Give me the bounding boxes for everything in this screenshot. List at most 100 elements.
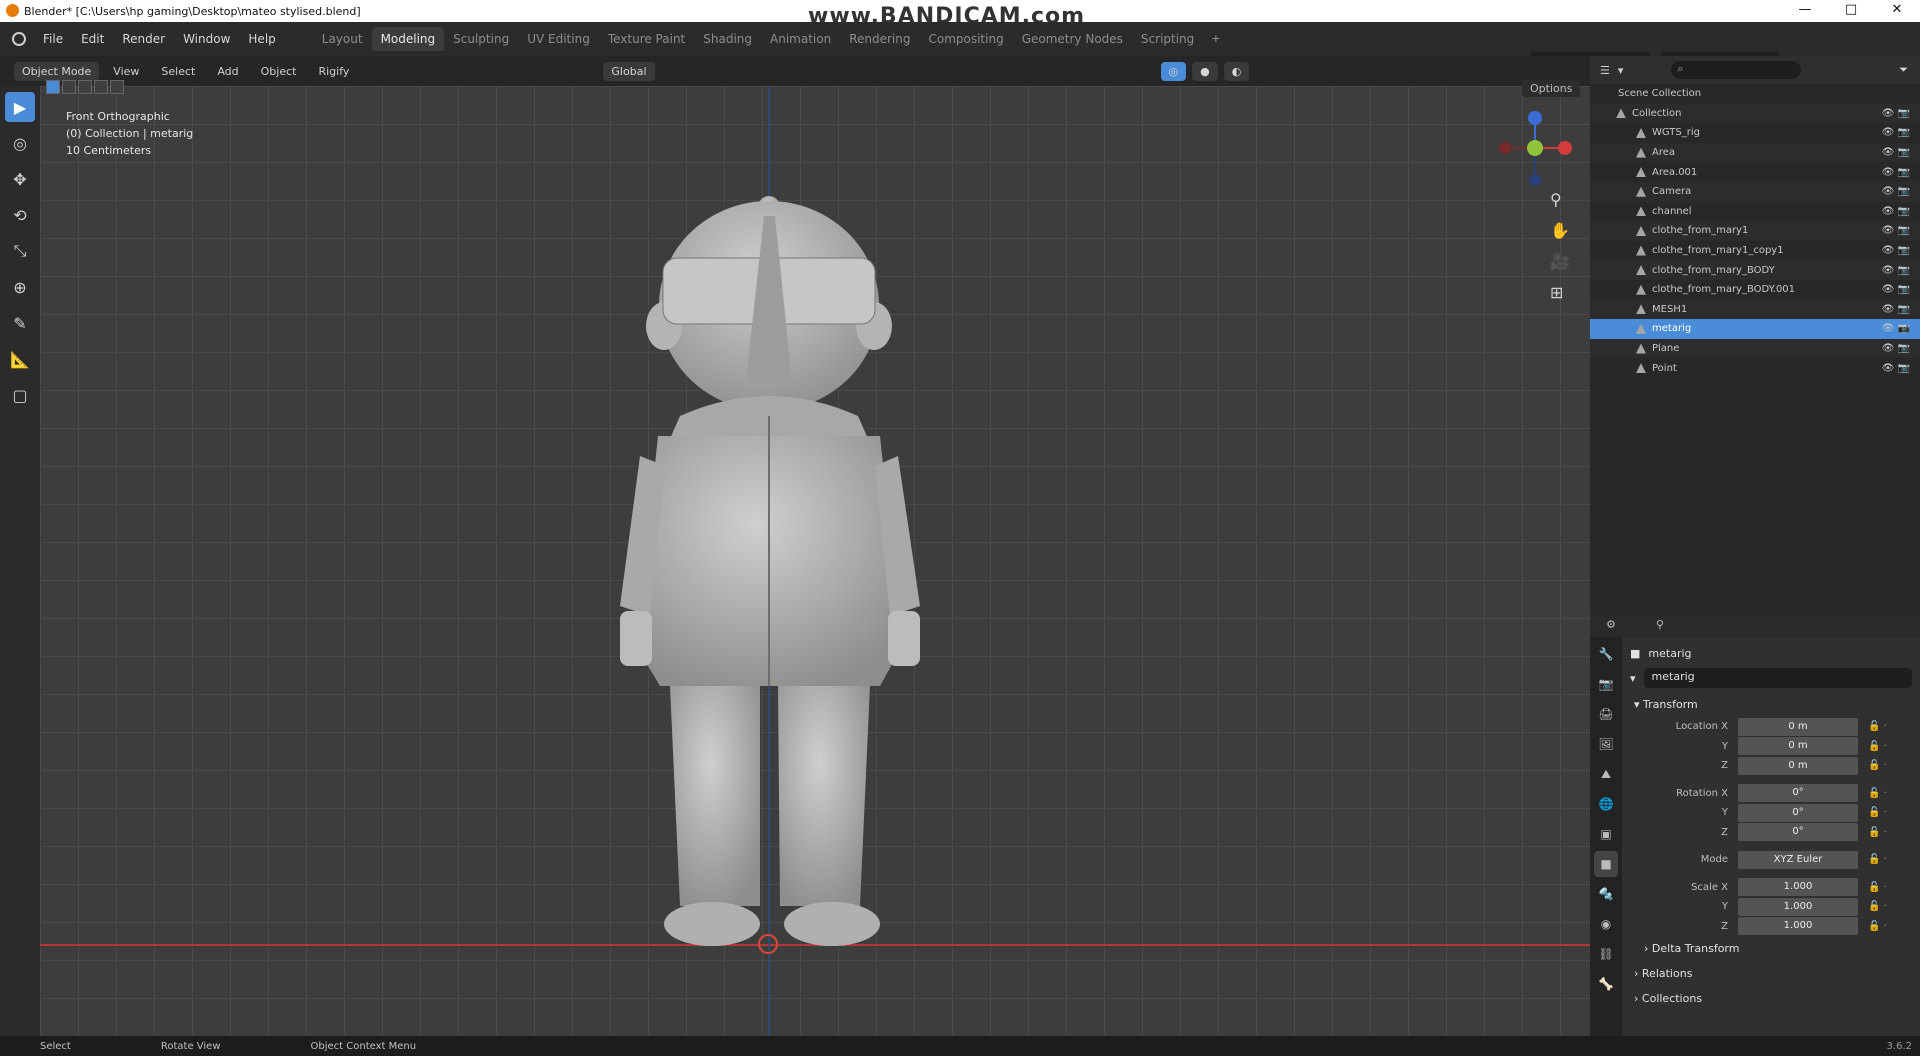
header-add[interactable]: Add [209,65,246,78]
header-view[interactable]: View [105,65,147,78]
view-layer-tab-icon[interactable]: 🖼 [1594,731,1618,757]
collections-section[interactable]: › Collections [1630,986,1912,1011]
object-tab-icon[interactable]: ■ [1594,851,1618,877]
transform-value-field[interactable]: 1.000 [1738,917,1858,936]
3d-viewport[interactable]: Front Orthographic (0) Collection | meta… [40,86,1590,1036]
visibility-toggle-icon[interactable]: 👁 📷 [1882,206,1910,217]
transform-value-field[interactable]: 0 m [1738,717,1858,736]
move-icon[interactable]: ✥ [5,164,35,194]
visibility-toggle-icon[interactable]: 👁 📷 [1882,108,1910,119]
outliner-item[interactable]: clothe_from_mary_BODY 👁 📷 [1590,260,1920,280]
shading-solid-icon[interactable]: ● [1192,61,1218,81]
outliner-search-input[interactable] [1671,61,1802,79]
add-cube-icon[interactable]: ▢ [5,380,35,410]
scene-tab-icon[interactable]: ⛰ [1594,761,1618,787]
workspace-tab-modeling[interactable]: Modeling [371,27,445,51]
lock-icon[interactable]: 🔓 · [1868,882,1887,893]
transform-section-header[interactable]: ▾ Transform [1630,692,1912,717]
lock-icon[interactable]: 🔓 · [1868,827,1887,838]
properties-search-icon[interactable]: ⚲ [1656,618,1664,631]
character-model[interactable] [40,86,1590,1036]
outliner-editor-icon[interactable]: ☰ [1600,64,1610,77]
maximize-button[interactable]: □ [1828,0,1874,22]
visibility-toggle-icon[interactable]: 👁 📷 [1882,265,1910,276]
select-mode-new-icon[interactable] [46,80,60,94]
tool-tab-icon[interactable]: 🔧 [1594,641,1618,667]
add-workspace-button[interactable]: + [1203,27,1228,51]
lock-icon[interactable]: 🔓 · [1868,921,1887,932]
outliner-scene-collection[interactable]: Scene Collection [1590,84,1920,104]
header-rigify[interactable]: Rigify [310,65,357,78]
visibility-toggle-icon[interactable]: 👁 📷 [1882,284,1910,295]
filter-icon[interactable]: ⏷ [1899,63,1908,77]
visibility-toggle-icon[interactable]: 👁 📷 [1882,323,1910,334]
lock-icon[interactable]: 🔓 · [1868,901,1887,912]
options-dropdown[interactable]: Options [1522,80,1581,97]
header-select[interactable]: Select [153,65,203,78]
workspace-tab-sculpting[interactable]: Sculpting [444,27,518,51]
delta-transform-section[interactable]: › Delta Transform [1630,936,1912,961]
constraint-tab-icon[interactable]: ⛓ [1594,941,1618,967]
lock-icon[interactable]: 🔓 · [1868,807,1887,818]
outliner-item[interactable]: Plane 👁 📷 [1590,338,1920,359]
annotate-icon[interactable]: ✎ [5,308,35,338]
collection-tab-icon[interactable]: ▣ [1594,821,1618,847]
scale-icon[interactable]: ⤡ [5,236,35,266]
transform-value-field[interactable]: 1.000 [1738,878,1858,897]
visibility-toggle-icon[interactable]: 👁 📷 [1882,304,1910,315]
tweak-icon[interactable]: ▶ [5,92,35,122]
pan-hand-icon[interactable]: ✋ [1550,221,1570,240]
data-tab-icon[interactable]: 🦴 [1594,971,1618,997]
visibility-toggle-icon[interactable]: 👁 📷 [1882,343,1910,354]
overlay-toggle-icon[interactable]: ◎ [1160,61,1187,81]
minimize-button[interactable]: — [1782,0,1828,22]
visibility-toggle-icon[interactable]: 👁 📷 [1882,167,1910,178]
workspace-tab-animation[interactable]: Animation [761,27,840,51]
outliner-item[interactable]: Collection 👁 📷 [1590,103,1920,124]
visibility-toggle-icon[interactable]: 👁 📷 [1882,147,1910,158]
workspace-tab-shading[interactable]: Shading [694,27,761,51]
visibility-toggle-icon[interactable]: 👁 📷 [1882,127,1910,138]
transform-value-field[interactable]: 0° [1738,823,1858,842]
output-tab-icon[interactable]: 🖨 [1594,701,1618,727]
transform-value-field[interactable]: 0° [1738,784,1858,803]
lock-icon[interactable]: 🔓 · [1868,760,1887,771]
lock-icon[interactable]: 🔓 · [1868,741,1887,752]
menu-edit[interactable]: Edit [72,32,113,46]
mode-dropdown[interactable]: Object Mode [14,61,100,81]
visibility-toggle-icon[interactable]: 👁 📷 [1882,363,1910,374]
lock-icon[interactable]: 🔓 · [1868,854,1887,865]
workspace-tab-compositing[interactable]: Compositing [919,27,1012,51]
select-mode-subtract-icon[interactable] [78,80,92,94]
select-mode-extend-icon[interactable] [62,80,76,94]
outliner-item[interactable]: WGTS_rig 👁 📷 [1590,123,1920,143]
ortho-grid-icon[interactable]: ⊞ [1550,283,1570,302]
measure-icon[interactable]: 📐 [5,344,35,374]
lock-icon[interactable]: 🔓 · [1868,788,1887,799]
workspace-tab-scripting[interactable]: Scripting [1132,27,1203,51]
transform-orientation-dropdown[interactable]: Global [603,61,655,81]
workspace-tab-rendering[interactable]: Rendering [840,27,919,51]
relations-section[interactable]: › Relations [1630,961,1912,986]
render-tab-icon[interactable]: 📷 [1594,671,1618,697]
workspace-tab-geometry-nodes[interactable]: Geometry Nodes [1013,27,1132,51]
menu-render[interactable]: Render [113,32,174,46]
outliner-item[interactable]: clothe_from_mary_BODY.001 👁 📷 [1590,280,1920,300]
outliner-item[interactable]: Area 👁 📷 [1590,142,1920,163]
properties-editor-icon[interactable]: ⚙ [1606,618,1616,631]
outliner-item[interactable]: channel 👁 📷 [1590,202,1920,222]
camera-view-icon[interactable]: 🎥 [1550,252,1570,271]
workspace-tab-layout[interactable]: Layout [313,27,372,51]
transform-value-field[interactable]: XYZ Euler [1738,850,1858,869]
select-mode-invert-icon[interactable] [94,80,108,94]
transform-value-field[interactable]: 0 m [1738,756,1858,775]
rotate-icon[interactable]: ⟲ [5,200,35,230]
transform-value-field[interactable]: 0 m [1738,737,1858,756]
menu-window[interactable]: Window [174,32,239,46]
outliner-item[interactable]: Camera 👁 📷 [1590,181,1920,202]
zoom-icon[interactable]: ⚲ [1550,190,1570,209]
select-mode-intersect-icon[interactable] [110,80,124,94]
outliner-item[interactable]: clothe_from_mary1_copy1 👁 📷 [1590,241,1920,261]
outliner-item[interactable]: Area.001 👁 📷 [1590,162,1920,182]
transform-icon[interactable]: ⊕ [5,272,35,302]
